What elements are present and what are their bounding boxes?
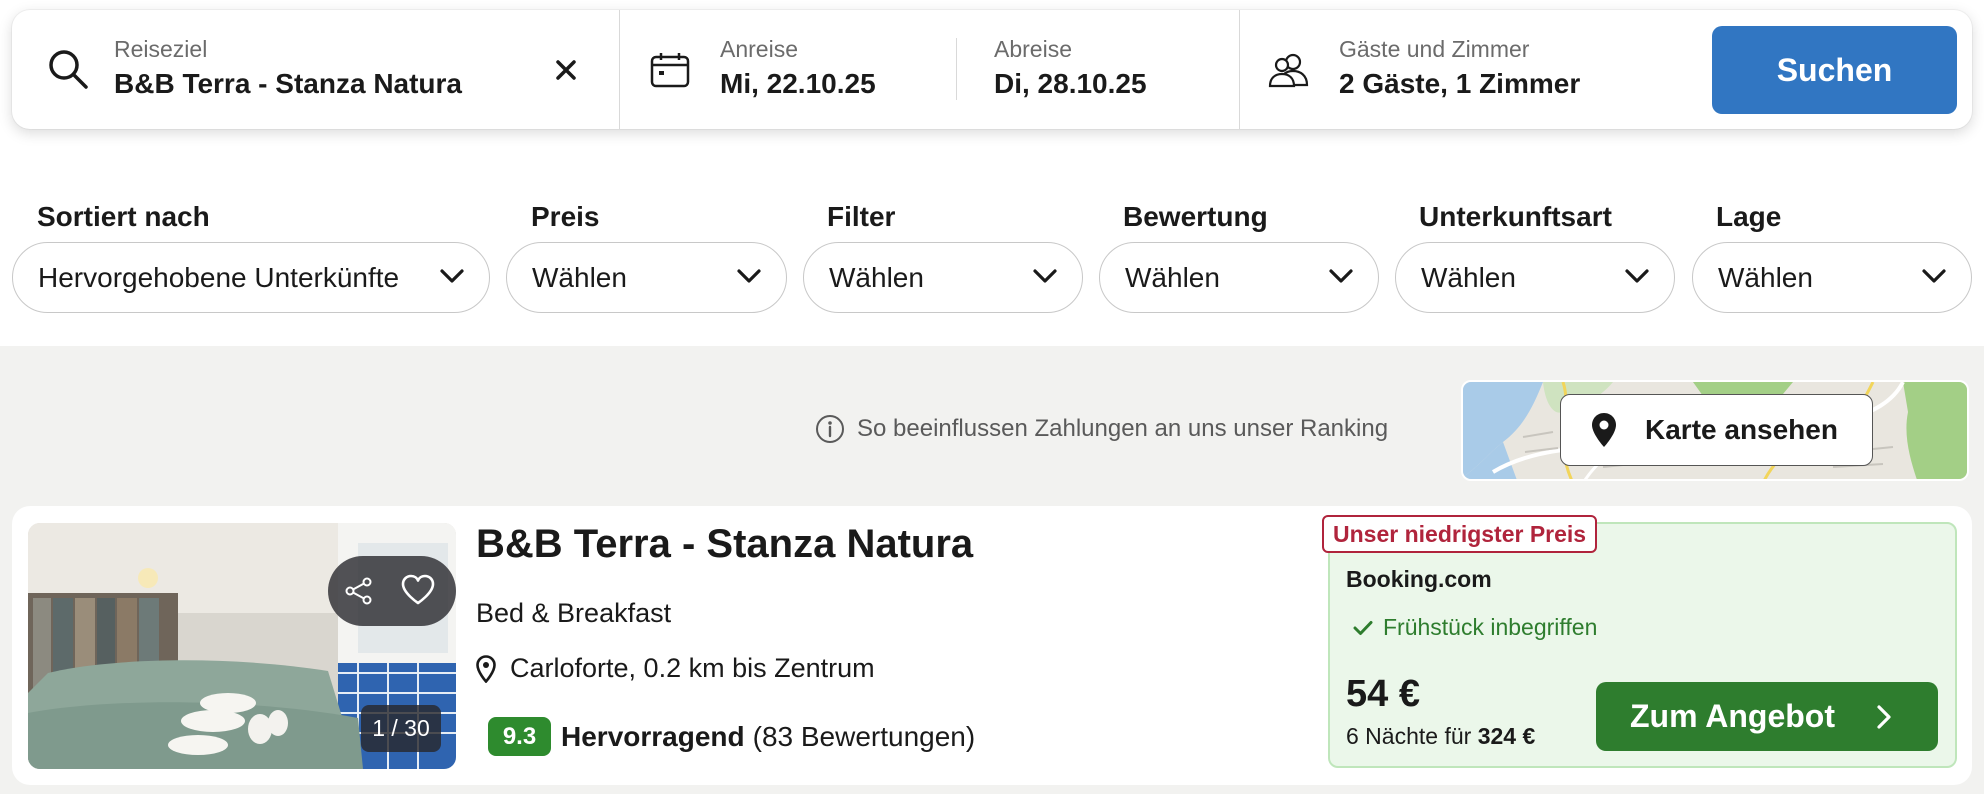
hotel-photo[interactable]: 1 / 30 [28,523,456,769]
hotel-rating: 9.3 Hervorragend (83 Bewertungen) [488,717,975,756]
review-count[interactable]: (83 Bewertungen) [753,721,976,753]
filter-label-price: Preis [531,201,600,232]
rating-text: Hervorragend [561,720,745,752]
search-button[interactable]: Suchen [1712,26,1957,114]
chevron-down-icon [737,269,761,283]
location-pin-icon [1592,413,1616,447]
view-deal-label: Zum Angebot [1630,698,1835,734]
filter-label-location: Lage [1716,201,1782,232]
breakfast-included: Frühstück inbegriffen [1353,614,1597,641]
price-value: Wählen [532,261,627,293]
total-amount: 324 € [1477,723,1536,749]
search-bar: Reiseziel B&B Terra - Stanza Natura Anre… [12,10,1972,129]
view-deal-button[interactable]: Zum Angebot [1596,682,1938,751]
breakfast-text: Frühstück inbegriffen [1383,614,1598,640]
chevron-down-icon [1922,269,1946,283]
photo-counter: 1 / 30 [361,705,441,752]
sort-value: Hervorgehobene Unterkünfte [38,261,400,293]
filter-label-rating: Bewertung [1123,201,1268,232]
hotel-location: Carloforte, 0.2 km bis Zentrum [476,653,875,684]
heart-icon[interactable] [400,574,436,606]
nightly-price: 54 € [1346,673,1420,715]
calendar-icon [650,53,690,88]
destination-value[interactable]: B&B Terra - Stanza Natura [114,68,462,100]
checkout-value[interactable]: Di, 28.10.25 [994,68,1147,100]
chevron-right-icon [1877,705,1891,729]
share-icon[interactable] [344,577,374,605]
checkout-label: Abreise [994,36,1072,62]
lowest-price-badge: Unser niedrigster Preis [1322,515,1598,553]
destination-label: Reiseziel [114,36,208,62]
chevron-down-icon [1033,269,1057,283]
rating-score-badge: 9.3 [488,717,551,756]
location-dropdown[interactable]: Wählen [1692,242,1972,313]
nights-text: 6 Nächte für [1346,723,1472,749]
price-dropdown[interactable]: Wählen [506,242,787,313]
guests-value[interactable]: 2 Gäste, 1 Zimmer [1339,68,1580,100]
info-icon [816,415,844,443]
chevron-down-icon [1625,269,1649,283]
filter-dropdown[interactable]: Wählen [803,242,1083,313]
filter-label-filter: Filter [827,201,896,232]
clear-icon[interactable] [555,59,577,81]
chevron-down-icon [440,269,464,283]
filter-value: Wählen [829,261,924,293]
property-type: Bed & Breakfast [476,598,672,628]
location-pin-icon [476,654,496,683]
photo-actions [328,556,456,626]
checkin-label: Anreise [720,36,798,62]
checkin-value[interactable]: Mi, 22.10.25 [720,68,876,100]
ranking-info-text: So beeinflussen Zahlungen an uns unser R… [857,415,1389,442]
guests-icon [1268,53,1309,88]
sort-dropdown[interactable]: Hervorgehobene Unterkünfte [12,242,490,313]
rating-dropdown[interactable]: Wählen [1099,242,1379,313]
checkin-field[interactable]: Anreise Mi, 22.10.25 [620,10,968,129]
guests-field[interactable]: Gäste und Zimmer 2 Gäste, 1 Zimmer [1240,10,1710,129]
location-value: Wählen [1718,261,1813,293]
property-type-dropdown[interactable]: Wählen [1395,242,1675,313]
rating-value: Wählen [1125,261,1220,293]
filter-label-sort: Sortiert nach [37,201,210,232]
checkmark-icon [1353,620,1373,635]
guests-label: Gäste und Zimmer [1339,36,1530,62]
hotel-name[interactable]: B&B Terra - Stanza Natura [476,522,973,567]
hotel-location-text: Carloforte, 0.2 km bis Zentrum [510,653,875,683]
destination-field[interactable]: Reiseziel B&B Terra - Stanza Natura [12,10,619,129]
show-map-button[interactable]: Karte ansehen [1560,394,1873,466]
search-icon [49,50,88,89]
chevron-down-icon [1329,269,1353,283]
ranking-info-link[interactable]: So beeinflussen Zahlungen an uns unser R… [815,414,1388,444]
property-type-value: Wählen [1421,261,1516,293]
checkout-field[interactable]: Abreise Di, 28.10.25 [957,10,1240,129]
show-map-label: Karte ansehen [1645,414,1838,445]
total-price: 6 Nächte für 324 € [1346,723,1535,750]
provider-name: Booking.com [1346,566,1492,592]
filter-label-property-type: Unterkunftsart [1419,201,1612,232]
